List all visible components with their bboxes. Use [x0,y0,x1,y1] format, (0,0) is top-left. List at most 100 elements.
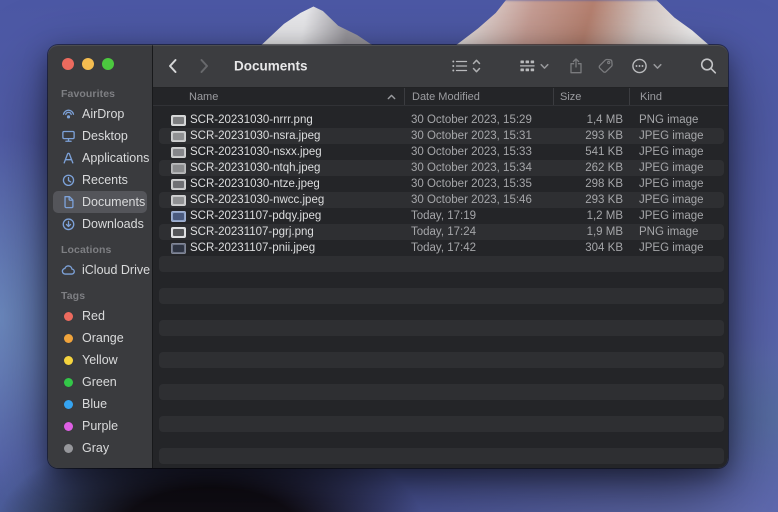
sidebar-item-blue[interactable]: Blue [53,393,147,415]
sidebar-item-label: Green [82,375,117,389]
file-row[interactable]: SCR-20231107-pgrj.png Today, 17:24 1,9 MB P… [159,224,724,240]
search-button[interactable] [700,58,717,75]
sidebar-item-purple[interactable]: Purple [53,415,147,437]
file-row[interactable]: SCR-20231030-ntqh.jpeg 30 October 2023, 1… [159,160,724,176]
file-name: SCR-20231030-nsxx.jpeg [190,146,322,158]
empty-row-stripe [159,448,724,464]
column-header-date-modified[interactable]: Date Modified [404,88,553,105]
file-size: 1,9 MB [586,226,623,238]
empty-row-stripe [159,320,724,336]
group-by-icon [520,60,535,72]
empty-row-stripe [159,256,724,272]
tag-color-icon [61,308,76,324]
file-thumbnail-icon [171,226,186,238]
finder-window: Favourites AirDrop Desktop Applications Rece… [48,45,728,468]
sidebar-item-label: Recents [82,173,128,187]
sidebar-item-label: Downloads [82,217,144,231]
file-thumbnail-icon [171,130,186,142]
sidebar-item-red[interactable]: Red [53,305,147,327]
column-header-kind[interactable]: Kind [629,88,725,105]
back-button[interactable] [167,58,178,75]
file-kind: JPEG image [639,210,704,222]
file-kind: JPEG image [639,178,704,190]
file-row[interactable]: SCR-20231030-ntze.jpeg 30 October 2023, 1… [159,176,724,192]
sidebar-item-green[interactable]: Green [53,371,147,393]
chevron-down-icon [653,63,662,69]
sidebar-section-locations: Locations iCloud Drive [48,241,152,281]
sidebar: Favourites AirDrop Desktop Applications Rece… [48,45,152,468]
toolbar: Documents [153,45,728,88]
view-style-control[interactable] [452,59,481,74]
sidebar-item-documents[interactable]: Documents [53,191,147,213]
applications-icon [61,150,76,166]
file-size: 1,4 MB [586,114,623,126]
more-options-control[interactable] [631,58,662,75]
sidebar-item-label: Red [82,309,105,323]
file-date-modified: 30 October 2023, 15:29 [411,114,532,126]
tag-color-icon [61,418,76,434]
empty-row-stripe [159,336,724,352]
airdrop-icon [61,106,76,122]
file-name: SCR-20231030-nrrr.png [190,114,313,126]
file-name: SCR-20231030-nsra.jpeg [190,130,321,142]
search-icon [700,58,717,74]
empty-row-stripe [159,416,724,432]
file-date-modified: Today, 17:24 [411,226,477,238]
file-kind: JPEG image [639,130,704,142]
chevron-up-down-icon [472,59,481,73]
sidebar-item-label: Blue [82,397,108,411]
window-title: Documents [234,58,308,74]
tag-color-icon [61,330,76,346]
tag-button [598,58,614,74]
main-pane: Documents Name Date Modified Size Kind S… [152,45,728,468]
sort-ascending-icon [387,94,396,99]
file-row[interactable]: SCR-20231030-nsxx.jpeg 30 October 2023, 1… [159,144,724,160]
share-icon [570,58,582,74]
file-thumbnail-icon [171,178,186,190]
wallpaper-mountain-right [455,0,710,46]
empty-row-stripe [159,288,724,304]
sidebar-item-airdrop[interactable]: AirDrop [53,103,147,125]
file-size: 1,2 MB [586,210,623,222]
sidebar-section-label: Favourites [61,88,116,100]
sidebar-item-yellow[interactable]: Yellow [53,349,147,371]
file-row[interactable]: SCR-20231107-pnii.jpeg Today, 17:42 304 KB… [159,240,724,256]
sidebar-item-label: Documents [82,195,146,209]
sidebar-item-desktop[interactable]: Desktop [53,125,147,147]
sidebar-item-downloads[interactable]: Downloads [53,213,147,235]
sidebar-item-recents[interactable]: Recents [53,169,147,191]
empty-row-stripe [159,304,724,320]
sidebar-item-icloud-drive[interactable]: iCloud Drive [53,259,150,281]
file-thumbnail-icon [171,242,186,254]
file-row[interactable]: SCR-20231030-nwcc.jpeg 30 October 2023, 1… [159,192,724,208]
downloads-icon [61,216,76,232]
file-kind: JPEG image [639,146,704,158]
sidebar-item-label: Gray [82,441,110,455]
sidebar-item-label: Orange [82,331,124,345]
close-button[interactable] [62,58,74,70]
group-by-control[interactable] [520,60,549,73]
column-headers: Name Date Modified Size Kind [153,88,728,106]
empty-row-stripe [159,400,724,416]
empty-row-stripe [159,368,724,384]
list-view-icon [452,60,468,72]
cloud-icon [61,262,76,278]
file-name: SCR-20231030-ntqh.jpeg [190,162,321,174]
sidebar-item-applications[interactable]: Applications [53,147,149,169]
file-kind: JPEG image [639,162,704,174]
sidebar-item-orange[interactable]: Orange [53,327,147,349]
column-header-size[interactable]: Size [553,88,629,105]
file-kind: PNG image [639,226,699,238]
file-row[interactable]: SCR-20231030-nsra.jpeg 30 October 2023, 1… [159,128,724,144]
minimize-button[interactable] [82,58,94,70]
file-name: SCR-20231030-nwcc.jpeg [190,194,325,206]
tag-color-icon [61,374,76,390]
sidebar-item-gray[interactable]: Gray [53,437,147,459]
file-thumbnail-icon [171,210,186,222]
column-header-name[interactable]: Name [159,88,404,105]
file-row[interactable]: SCR-20231030-nrrr.png 30 October 2023, 15… [159,112,724,128]
file-thumbnail-icon [171,114,186,126]
zoom-button[interactable] [102,58,114,70]
forward-button[interactable] [199,58,210,75]
file-row[interactable]: SCR-20231107-pdqy.jpeg Today, 17:19 1,2 MB… [159,208,724,224]
